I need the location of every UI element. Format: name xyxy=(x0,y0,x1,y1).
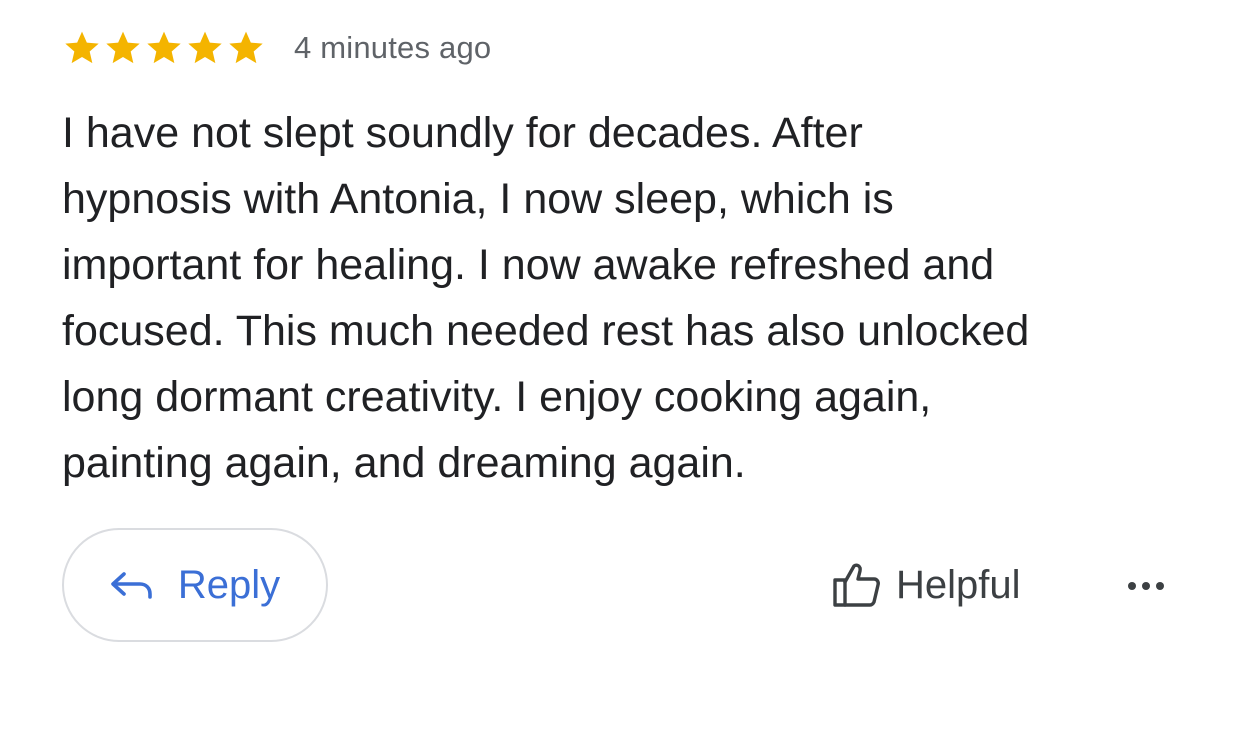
more-horizontal-icon xyxy=(1128,582,1164,590)
review-card: 4 minutes ago I have not slept soundly f… xyxy=(0,0,1242,750)
thumbs-up-icon xyxy=(833,563,880,607)
review-text-line: painting again, and dreaming again. xyxy=(62,439,746,487)
helpful-button[interactable]: Helpful xyxy=(832,556,1021,614)
star-icon xyxy=(188,31,222,64)
reply-arrow-icon xyxy=(111,572,152,599)
star-icon xyxy=(147,31,181,64)
reply-label: Reply xyxy=(177,562,281,607)
review-text-line: hypnosis with Antonia, I now sleep, whic… xyxy=(62,175,894,223)
review-text-line: I have not slept soundly for decades. Af… xyxy=(62,109,863,157)
reply-button[interactable]: Reply xyxy=(62,528,328,642)
more-options-button[interactable] xyxy=(1124,566,1168,606)
star-icon xyxy=(229,31,263,64)
star-icon xyxy=(106,31,140,64)
review-text-line: important for healing. I now awake refre… xyxy=(62,241,995,289)
review-timestamp: 4 minutes ago xyxy=(294,30,492,65)
review-text: I have not slept soundly for decades. Af… xyxy=(62,100,1202,496)
review-text-line: long dormant creativity. I enjoy cooking… xyxy=(62,373,932,421)
rating-row: 4 minutes ago xyxy=(62,26,491,70)
star-rating xyxy=(62,28,267,68)
review-text-line: focused. This much needed rest has also … xyxy=(62,307,1030,355)
helpful-label: Helpful xyxy=(896,562,1021,607)
star-icon xyxy=(65,31,99,64)
